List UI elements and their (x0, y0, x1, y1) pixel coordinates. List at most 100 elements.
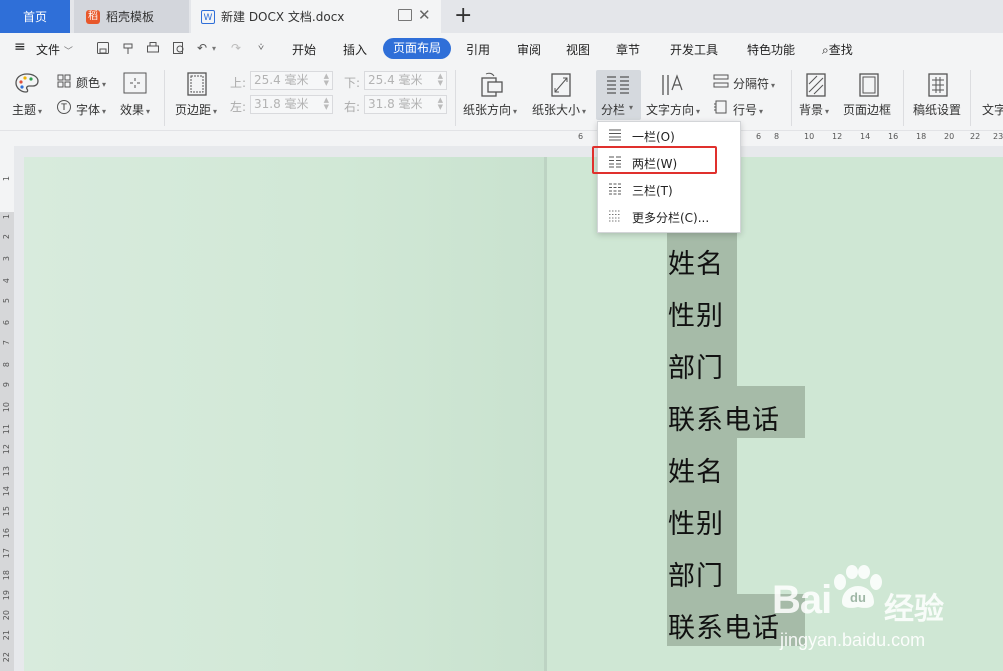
effect-button[interactable]: 效果 ▾ (120, 101, 150, 118)
menu-tab-start[interactable]: 开始 (292, 41, 316, 58)
document-line[interactable]: 性别 (668, 502, 724, 541)
theme-button[interactable]: 主题 ▾ (12, 101, 42, 118)
file-menu[interactable]: 文件 ﹀ (36, 41, 73, 58)
tab-home[interactable]: 首页 (0, 0, 70, 33)
columns-button[interactable]: 分栏 ▾ (596, 70, 641, 120)
tab-template[interactable]: 稻 稻壳模板 (74, 0, 189, 33)
page-left (24, 157, 544, 671)
menu-tab-review[interactable]: 审阅 (517, 41, 541, 58)
undo-icon[interactable]: ↶ (197, 41, 207, 55)
redo-icon[interactable]: ↷ (231, 41, 241, 55)
menu-item-one-column[interactable]: 一栏(O) (598, 123, 740, 148)
bottom-margin-input[interactable]: 25.4 毫米 ▲ ▼ (364, 71, 447, 90)
save-icon[interactable] (96, 41, 110, 55)
menu-tab-section[interactable]: 章节 (616, 41, 640, 58)
ruler-tick-label: 6 (578, 132, 584, 141)
top-margin-input[interactable]: 25.4 毫米 ▲ ▼ (250, 71, 333, 90)
ruler-tick-label: 10 (2, 402, 11, 413)
line-numbers-button[interactable]: 行号 ▾ (733, 101, 763, 118)
paper-size-button[interactable]: 纸张大小 ▾ (532, 101, 586, 118)
columns-label: 分栏 (601, 103, 626, 117)
menu-item-more-columns[interactable]: 更多分栏(C)... (598, 204, 740, 229)
ruler-tick-label: 21 (2, 630, 11, 641)
separator-button[interactable]: 分隔符 ▾ (733, 75, 775, 92)
ruler-tick-label: 4 (2, 278, 11, 284)
text-direction-button[interactable]: 文字方向 ▾ (646, 101, 700, 118)
page-border-icon[interactable] (858, 72, 880, 98)
ruler-tick-label: 17 (2, 548, 11, 559)
menu-tab-layout[interactable]: 页面布局 (383, 38, 451, 59)
effect-icon[interactable] (123, 72, 147, 94)
margins-icon[interactable] (186, 71, 208, 97)
right-margin-input[interactable]: 31.8 毫米 ▲ ▼ (364, 95, 447, 114)
chevron-down-icon: ﹀ (63, 47, 73, 57)
font-button[interactable]: 字体 ▾ (76, 101, 106, 118)
new-tab-button[interactable]: + (454, 3, 472, 28)
ruler-tick-label: 14 (860, 132, 871, 141)
watermark-url: jingyan.baidu.com (780, 630, 926, 650)
ruler-tick-label: 14 (2, 486, 11, 497)
document-line[interactable]: 联系电话 (668, 398, 780, 437)
menu-item-label: 三栏(T) (632, 184, 673, 198)
document-line[interactable]: 姓名 (668, 242, 724, 281)
margins-button[interactable]: 页边距 ▾ (175, 101, 217, 118)
menu-tab-features[interactable]: 特色功能 (747, 41, 795, 58)
color-icon (57, 74, 71, 88)
line-numbers-icon (714, 100, 727, 114)
paper-size-icon[interactable] (550, 72, 572, 98)
manuscript-button[interactable]: 稿纸设置 (913, 101, 961, 118)
document-line[interactable]: 姓名 (668, 450, 724, 489)
print-icon[interactable] (146, 41, 160, 55)
manuscript-icon[interactable] (927, 72, 949, 98)
line-numbers-label: 行号 (733, 103, 758, 117)
separator-icon (713, 74, 729, 88)
ruler-tick-label: 8 (2, 362, 11, 368)
right-margin-value: 31.8 毫米 (368, 97, 423, 111)
ruler-tick-label: 11 (2, 424, 11, 435)
print-preview-icon[interactable] (172, 41, 186, 55)
text-direction-icon[interactable] (660, 72, 686, 98)
hamburger-menu-icon[interactable]: ≡ (14, 39, 26, 55)
page-border-button[interactable]: 页面边框 (843, 101, 891, 118)
menu-tab-references[interactable]: 引用 (466, 41, 490, 58)
restore-window-icon[interactable] (398, 9, 412, 21)
ruler-tick-label: 16 (2, 528, 11, 539)
text-more-button[interactable]: 文字 (982, 101, 1003, 118)
menu-tab-view[interactable]: 视图 (566, 41, 590, 58)
separator-label: 分隔符 (733, 77, 770, 91)
divider (791, 70, 792, 126)
document-line[interactable]: 部门 (668, 554, 724, 593)
format-painter-icon[interactable] (122, 41, 136, 55)
orientation-icon[interactable] (478, 72, 504, 98)
close-tab-icon[interactable]: ✕ (418, 6, 431, 24)
ruler-tick-label: 5 (2, 298, 11, 304)
ruler-tick-label: 10 (804, 132, 815, 141)
margins-label: 页边距 (175, 103, 212, 117)
ruler-tick-label: 20 (2, 610, 11, 621)
background-label: 背景 (799, 103, 824, 117)
document-line[interactable]: 性别 (668, 294, 724, 333)
ruler-tick-label: 18 (2, 570, 11, 581)
ruler-tick-label: 18 (916, 132, 927, 141)
document-line[interactable]: 部门 (668, 346, 724, 385)
color-button[interactable]: 颜色 ▾ (76, 74, 106, 91)
customize-toolbar-icon[interactable]: ⩒ (258, 42, 264, 53)
paper-size-label: 纸张大小 (532, 103, 581, 117)
search-button[interactable]: ⌕查找 (822, 41, 853, 58)
tab-template-label: 稻壳模板 (106, 10, 155, 24)
left-margin-input[interactable]: 31.8 毫米 ▲ ▼ (250, 95, 333, 114)
font-label: 字体 (76, 103, 101, 117)
baidu-jingyan-watermark: du Bai 经验 jingyan.baidu.com (760, 560, 1000, 670)
undo-dropdown-icon[interactable]: ▾ (212, 44, 216, 53)
menu-tab-insert[interactable]: 插入 (343, 41, 367, 58)
background-icon[interactable] (805, 72, 827, 98)
background-button[interactable]: 背景 ▾ (799, 101, 829, 118)
menu-tab-developer[interactable]: 开发工具 (670, 41, 718, 58)
tab-home-label: 首页 (22, 10, 47, 24)
ruler-tick-label: 3 (2, 256, 11, 262)
orientation-button[interactable]: 纸张方向 ▾ (463, 101, 517, 118)
ruler-tick-label: 23 (993, 132, 1003, 141)
menu-item-three-columns[interactable]: 三栏(T) (598, 177, 740, 202)
theme-palette-icon[interactable] (14, 72, 40, 94)
vertical-ruler[interactable]: 1 1 2 3 4 5 6 7 8 9 10 11 12 13 14 15 16 17 18 19 20 21 22 (0, 146, 14, 671)
